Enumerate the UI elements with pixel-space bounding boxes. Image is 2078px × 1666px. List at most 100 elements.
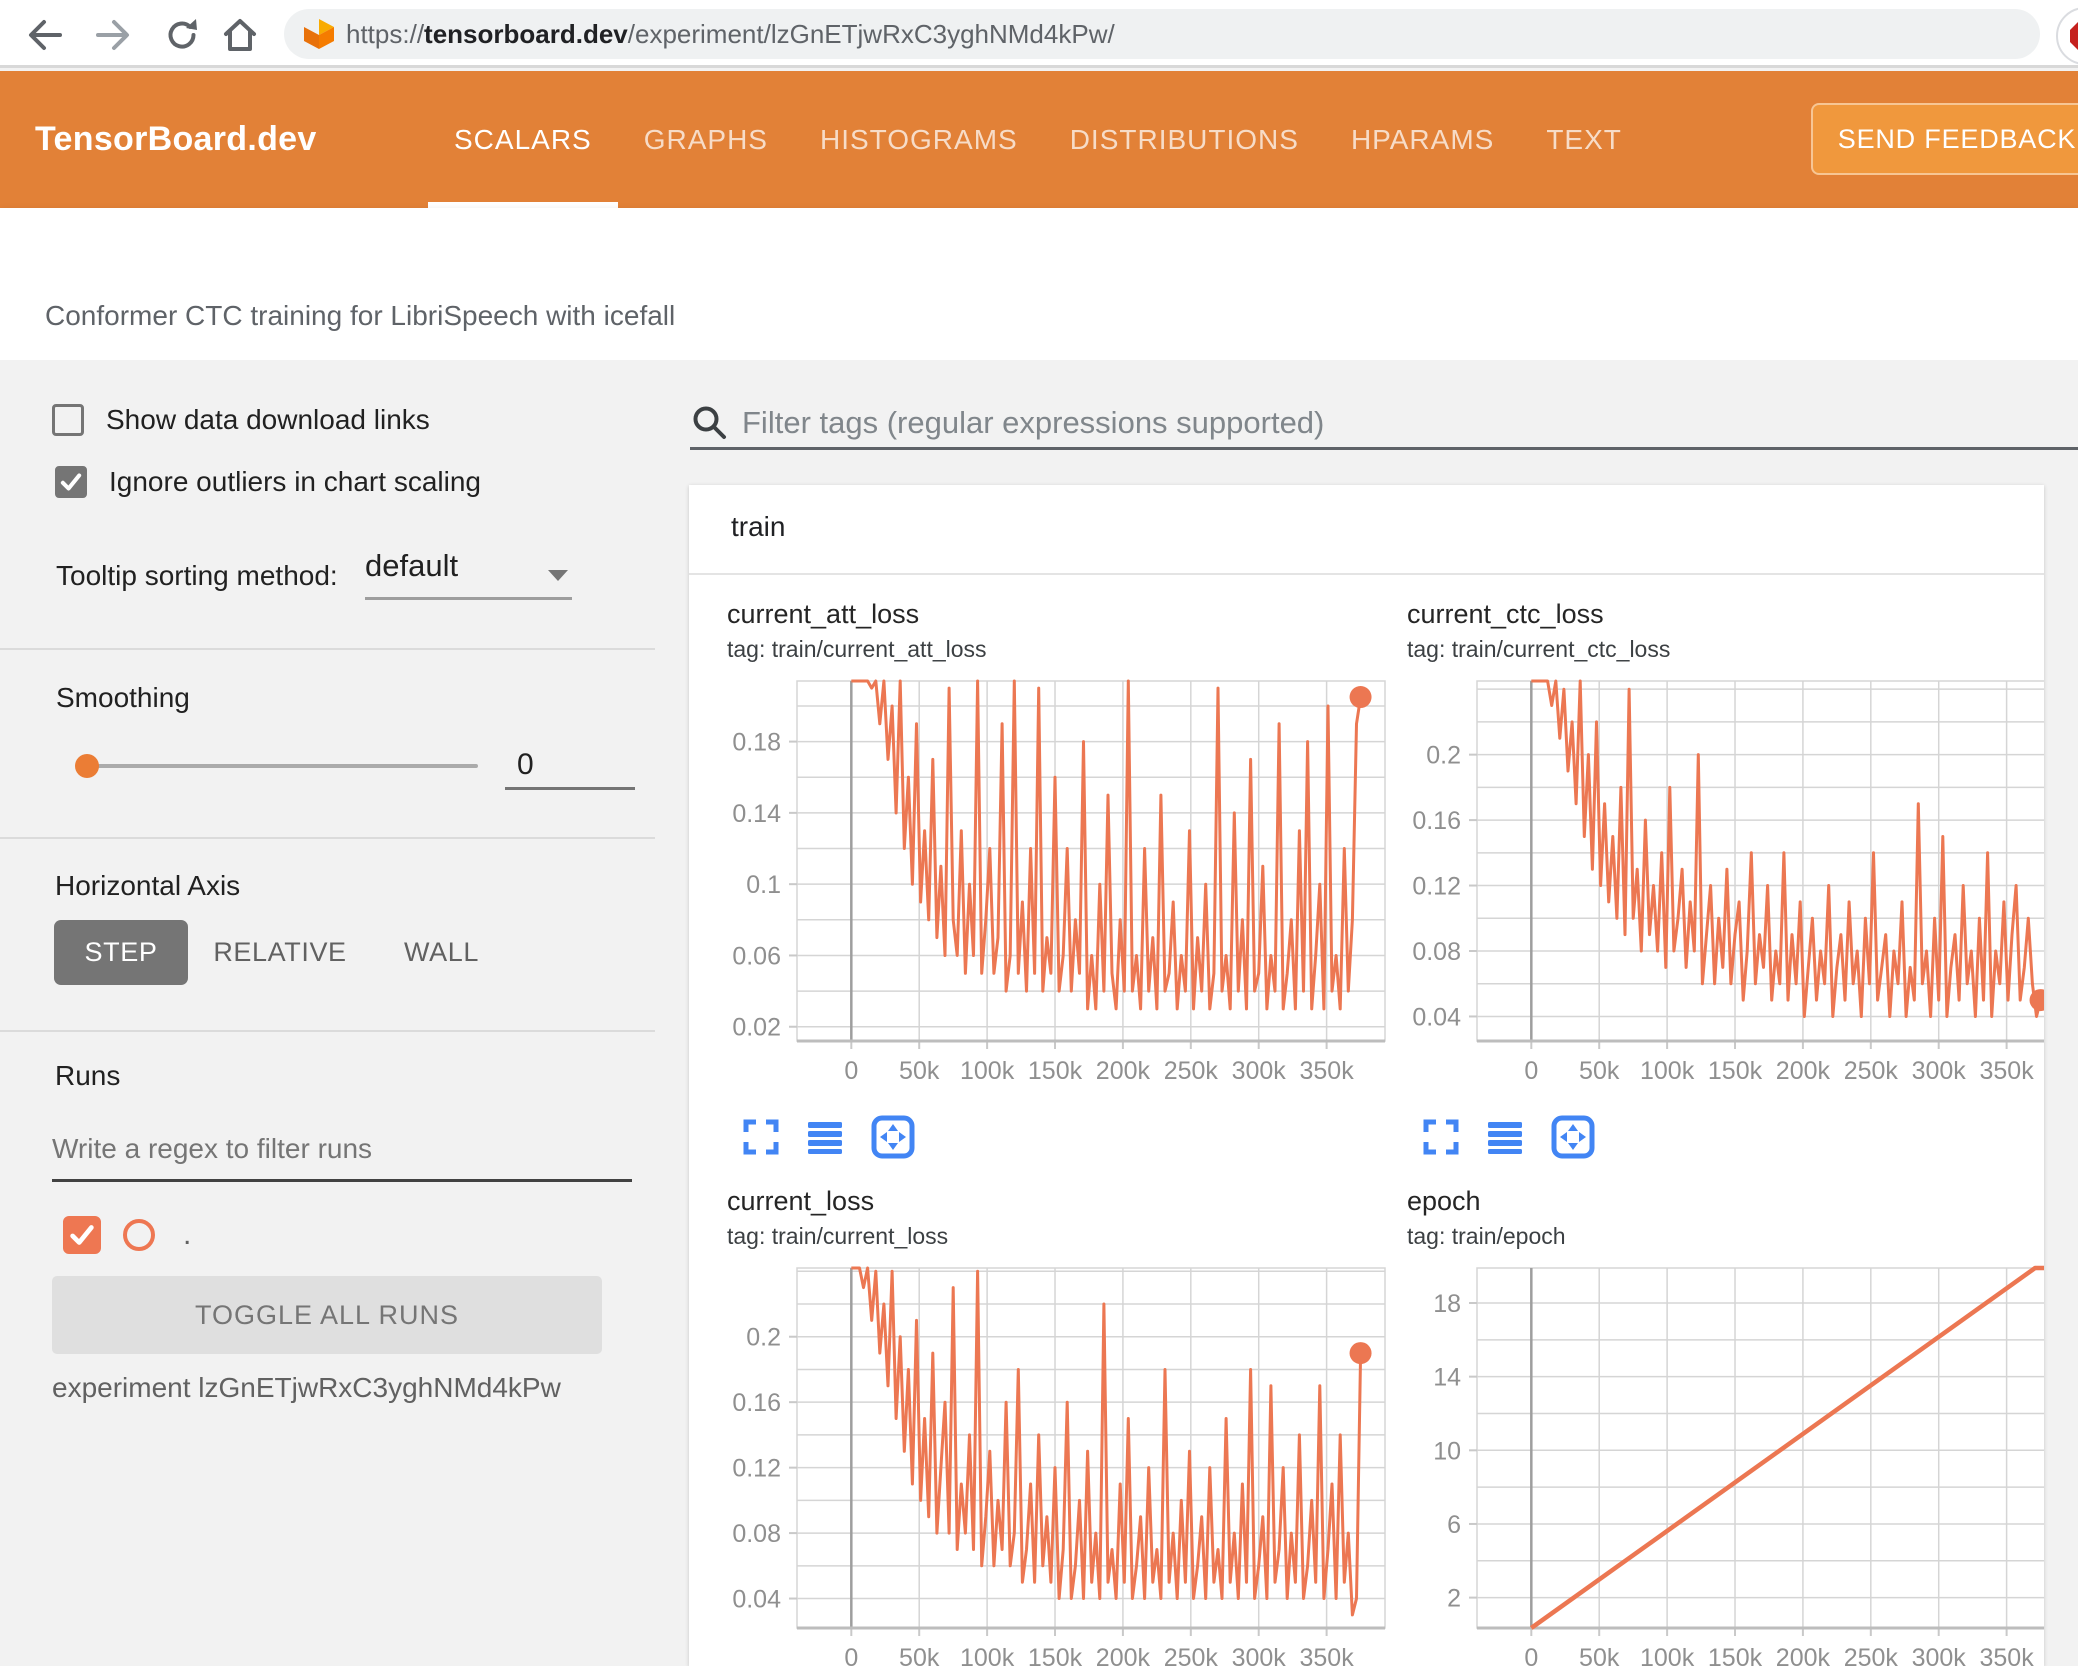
svg-text:150k: 150k (1708, 1644, 1763, 1666)
axis-step-button[interactable]: STEP (54, 920, 188, 985)
tab-graphs[interactable]: GRAPHS (618, 71, 794, 208)
filter-tags-input[interactable]: Filter tags (regular expressions support… (690, 398, 2078, 450)
tab-histograms[interactable]: HISTOGRAMS (794, 71, 1044, 208)
section-title: train (731, 511, 786, 542)
svg-text:200k: 200k (1096, 1057, 1151, 1085)
horizontal-lines-icon[interactable] (807, 1119, 843, 1155)
horizontal-axis-label: Horizontal Axis (55, 870, 241, 901)
svg-text:0.16: 0.16 (732, 1389, 781, 1417)
ignore-outliers-checkbox[interactable] (55, 466, 87, 498)
horizontal-lines-icon[interactable] (1487, 1119, 1523, 1155)
fullscreen-icon[interactable] (743, 1119, 779, 1155)
send-feedback-button[interactable]: SEND FEEDBACK (1811, 103, 2078, 175)
svg-text:50k: 50k (1579, 1057, 1620, 1085)
tooltip-sorting-value: default (365, 548, 459, 583)
app-header: TensorBoard.dev SCALARS GRAPHS HISTOGRAM… (0, 71, 2078, 208)
tensorboard-page: https://tensorboard.dev/experiment/lzGnE… (0, 0, 2078, 1666)
svg-text:150k: 150k (1028, 1057, 1083, 1085)
chart-tag: tag: train/current_ctc_loss (1407, 636, 1671, 662)
runs-label: Runs (55, 1060, 121, 1091)
scalar-chart[interactable]: 2 6 10 14 18 0 50k 100k 150k 200k 250k 300k 350k (1377, 1262, 2044, 1666)
filter-tags-placeholder: Filter tags (regular expressions support… (742, 404, 1325, 440)
scalar-chart[interactable]: 0.04 0.08 0.12 0.16 0.2 0 50k 100k 150k 200k 250k 3… (1377, 675, 2044, 1085)
ignore-outliers-label: Ignore outliers in chart scaling (109, 466, 481, 497)
svg-text:200k: 200k (1096, 1644, 1151, 1666)
chart-toolbar (743, 1115, 1397, 1159)
reload-icon[interactable] (160, 13, 204, 57)
tab-text[interactable]: TEXT (1520, 71, 1648, 208)
run-color-circle[interactable] (123, 1219, 155, 1251)
svg-text:250k: 250k (1844, 1644, 1899, 1666)
tooltip-sorting-label: Tooltip sorting method: (56, 560, 338, 591)
app-logo: TensorBoard.dev (35, 120, 317, 158)
svg-text:50k: 50k (1579, 1644, 1620, 1666)
svg-text:50k: 50k (899, 1644, 940, 1666)
svg-text:0.04: 0.04 (732, 1586, 781, 1614)
tab-hparams[interactable]: HPARAMS (1325, 71, 1520, 208)
tab-scalars[interactable]: SCALARS (428, 71, 618, 208)
chart-cell: epoch tag: train/epoch 2 6 10 14 18 0 50k 100k 1… (1377, 1184, 2044, 1666)
train-section-header[interactable]: train (689, 485, 2044, 575)
scalar-chart[interactable]: 0.02 0.06 0.1 0.14 0.18 0 50k 100k 150k 200k 250k 3… (697, 675, 1397, 1085)
svg-text:300k: 300k (1232, 1057, 1287, 1085)
svg-text:0: 0 (844, 1057, 858, 1085)
svg-text:150k: 150k (1708, 1057, 1763, 1085)
experiment-title-bar: Conformer CTC training for LibriSpeech w… (0, 208, 2078, 360)
show-download-links-checkbox[interactable] (52, 404, 84, 436)
settings-sidebar: Show data download links Ignore outliers… (0, 360, 655, 1666)
svg-text:0.14: 0.14 (732, 800, 781, 828)
smoothing-label: Smoothing (56, 682, 190, 713)
divider (0, 837, 655, 839)
run-checkbox[interactable] (63, 1216, 101, 1254)
svg-text:100k: 100k (1640, 1644, 1695, 1666)
url-text: https://tensorboard.dev/experiment/lzGnE… (346, 18, 1115, 49)
svg-text:0.18: 0.18 (732, 729, 781, 757)
divider (0, 648, 655, 650)
svg-text:350k: 350k (1979, 1644, 2034, 1666)
axis-wall-button[interactable]: WALL (394, 920, 489, 985)
svg-text:150k: 150k (1028, 1644, 1083, 1666)
svg-text:18: 18 (1433, 1290, 1461, 1318)
chart-cell: current_ctc_loss tag: train/current_ctc_… (1377, 597, 2044, 1159)
avatar-image (2070, 21, 2078, 51)
runs-filter-input[interactable]: Write a regex to filter runs (52, 1122, 632, 1182)
svg-text:0.02: 0.02 (732, 1014, 781, 1042)
smoothing-value-input[interactable]: 0 (505, 748, 635, 790)
profile-avatar[interactable] (2056, 7, 2078, 65)
experiment-title: Conformer CTC training for LibriSpeech w… (45, 300, 676, 331)
chart-title: current_att_loss (727, 599, 920, 629)
run-name: . (183, 1218, 192, 1251)
svg-text:0: 0 (844, 1644, 858, 1666)
chart-tag: tag: train/current_att_loss (727, 636, 987, 662)
svg-text:0.08: 0.08 (1412, 938, 1461, 966)
axis-relative-button[interactable]: RELATIVE (210, 920, 350, 985)
back-icon[interactable] (22, 13, 66, 57)
url-bar[interactable]: https://tensorboard.dev/experiment/lzGnE… (284, 9, 2040, 59)
svg-text:0.16: 0.16 (1412, 807, 1461, 835)
tooltip-sorting-select[interactable]: default (365, 548, 572, 600)
svg-text:200k: 200k (1776, 1644, 1831, 1666)
svg-text:0: 0 (1524, 1644, 1538, 1666)
svg-text:0.2: 0.2 (1426, 742, 1461, 770)
chart-toolbar (1423, 1115, 2044, 1159)
smoothing-slider-track[interactable] (85, 764, 478, 768)
forward-icon[interactable] (92, 13, 136, 57)
svg-text:350k: 350k (1299, 1644, 1354, 1666)
fullscreen-icon[interactable] (1423, 1119, 1459, 1155)
chevron-down-icon (548, 570, 568, 581)
scalar-chart[interactable]: 0.04 0.08 0.12 0.16 0.2 0 50k 100k 150k 200k 250k 3… (697, 1262, 1397, 1666)
fit-data-icon[interactable] (871, 1115, 915, 1159)
runs-filter-placeholder: Write a regex to filter runs (52, 1133, 373, 1164)
toggle-all-runs-button[interactable]: TOGGLE ALL RUNS (52, 1276, 602, 1354)
svg-text:0.06: 0.06 (732, 942, 781, 970)
svg-text:0.1: 0.1 (746, 871, 781, 899)
fit-data-icon[interactable] (1551, 1115, 1595, 1159)
svg-text:100k: 100k (960, 1057, 1015, 1085)
home-icon[interactable] (218, 13, 262, 57)
svg-text:250k: 250k (1164, 1057, 1219, 1085)
tab-distributions[interactable]: DISTRIBUTIONS (1044, 71, 1325, 208)
main-content: Filter tags (regular expressions support… (655, 360, 2078, 1666)
chart-cell: current_loss tag: train/current_loss 0.0… (697, 1184, 1397, 1666)
smoothing-slider-thumb[interactable] (75, 754, 99, 778)
svg-text:200k: 200k (1776, 1057, 1831, 1085)
